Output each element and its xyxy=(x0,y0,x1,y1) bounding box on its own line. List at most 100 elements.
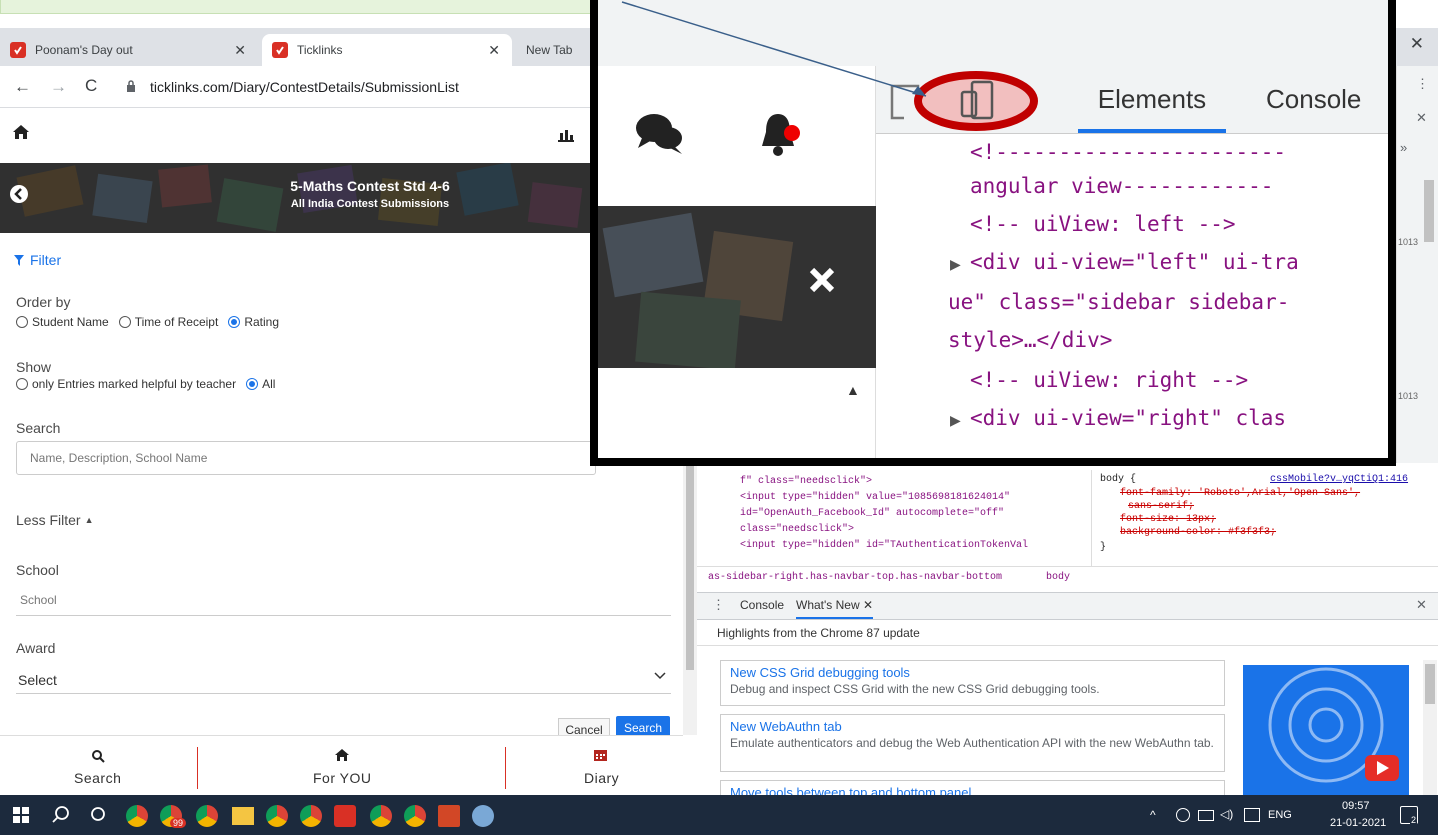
nav-for-you[interactable]: For YOU xyxy=(313,770,371,786)
drawer-close-icon[interactable]: ✕ xyxy=(1416,597,1427,613)
notification-bell-icon[interactable] xyxy=(758,110,804,158)
tab-poonams-day-out[interactable]: Poonam's Day out ✕ xyxy=(0,34,258,66)
devtools-close-icon[interactable]: ✕ xyxy=(1416,110,1427,126)
tab-new-tab[interactable]: New Tab xyxy=(516,34,596,66)
zoom-dom-line[interactable]: <!-- uiView: left --> xyxy=(970,212,1236,236)
breadcrumb-path[interactable]: as-sidebar-right.has-navbar-top.has-navb… xyxy=(708,572,1002,583)
chrome-icon[interactable] xyxy=(126,805,148,827)
devtools-more-icon[interactable]: ⋮ xyxy=(1416,76,1429,92)
search-icon[interactable] xyxy=(52,805,70,823)
expand-triangle-icon[interactable]: ▶ xyxy=(950,256,961,273)
expand-triangle-icon[interactable]: ▶ xyxy=(950,412,961,429)
volume-icon[interactable]: ◁) xyxy=(1220,807,1233,821)
drawer-menu-icon[interactable]: ⋮ xyxy=(712,597,725,613)
elements-scrollbar-thumb[interactable] xyxy=(1424,180,1434,242)
chrome-profile-icon[interactable] xyxy=(404,805,426,827)
reload-icon[interactable]: C xyxy=(85,76,97,96)
dom-line[interactable]: class="needsclick"> xyxy=(740,524,854,535)
file-explorer-icon[interactable] xyxy=(232,807,254,825)
clock-time[interactable]: 09:57 xyxy=(1342,800,1370,812)
tray-app-icon[interactable] xyxy=(1176,808,1190,822)
css-declaration[interactable]: font-family: 'Roboto',Arial,'Open Sans', xyxy=(1120,488,1360,499)
calendar-icon[interactable] xyxy=(594,748,607,761)
tab-ticklinks[interactable]: Ticklinks ✕ xyxy=(262,34,512,66)
acrobat-icon[interactable] xyxy=(334,805,356,827)
filter-icon xyxy=(14,254,24,266)
chevron-down-icon[interactable] xyxy=(654,671,666,681)
radio-time-of-receipt[interactable]: Time of Receipt xyxy=(118,315,218,329)
chrome-profile-icon[interactable] xyxy=(300,805,322,827)
close-tab-icon[interactable]: ✕ xyxy=(488,42,500,59)
back-circle-icon[interactable] xyxy=(9,184,29,204)
css-declaration[interactable]: sans-serif; xyxy=(1128,501,1194,512)
zoom-dom-line[interactable]: <!-- uiView: right --> xyxy=(970,368,1248,392)
chart-icon[interactable] xyxy=(558,128,574,142)
close-icon[interactable] xyxy=(808,266,836,294)
chrome-video-thumbnail[interactable] xyxy=(1243,665,1409,795)
chrome-profile-icon[interactable] xyxy=(266,805,288,827)
close-tab-icon[interactable]: ✕ xyxy=(234,42,246,59)
contest-subtitle: All India Contest Submissions xyxy=(290,198,450,210)
scroll-up-icon[interactable]: ▲ xyxy=(846,382,860,398)
chrome-profile-icon[interactable] xyxy=(370,805,392,827)
radio-helpful-only[interactable]: only Entries marked helpful by teacher xyxy=(16,377,236,391)
zoom-tab-elements[interactable]: Elements xyxy=(1078,84,1226,133)
tray-chevron-icon[interactable]: ^ xyxy=(1150,808,1156,822)
forward-icon[interactable]: → xyxy=(50,77,67,97)
zoom-dom-line[interactable]: <div ui-view="left" ui-tra xyxy=(970,250,1299,274)
zoom-dom-line[interactable]: style>…</div> xyxy=(948,328,1112,352)
less-filter-toggle[interactable]: Less Filter ▲ xyxy=(16,512,94,528)
drawer-tab-whats-new[interactable]: What's New ✕ xyxy=(796,598,874,619)
radio-rating[interactable]: Rating xyxy=(228,315,279,329)
css-selector[interactable]: body { xyxy=(1100,474,1136,485)
close-tab-icon[interactable]: ✕ xyxy=(863,598,873,612)
zoom-dom-line[interactable]: angular view------------ xyxy=(970,174,1273,198)
nav-search[interactable]: Search xyxy=(74,770,121,786)
school-input[interactable]: School xyxy=(20,593,57,607)
search-icon[interactable] xyxy=(92,750,105,763)
line-number: 1013 xyxy=(1398,237,1419,247)
feature-card[interactable]: New CSS Grid debugging tools Debug and i… xyxy=(720,660,1225,706)
battery-icon[interactable] xyxy=(1198,810,1214,821)
zoom-tab-console[interactable]: Console xyxy=(1266,84,1361,115)
tab-title: New Tab xyxy=(526,43,573,57)
feature-title[interactable]: New CSS Grid debugging tools xyxy=(730,665,1215,680)
address-bar[interactable]: ticklinks.com/Diary/ContestDetails/Submi… xyxy=(150,79,459,95)
dom-line[interactable]: <input type="hidden" id="TAuthentication… xyxy=(740,540,1028,551)
snipping-tool-icon[interactable] xyxy=(472,805,494,827)
zoom-dom-line[interactable]: <!----------------------- xyxy=(970,140,1286,164)
language-indicator[interactable]: ENG xyxy=(1268,809,1292,821)
chat-bubbles-icon[interactable] xyxy=(634,110,686,156)
css-declaration[interactable]: background-color: #f3f3f3; xyxy=(1120,527,1276,538)
css-declaration[interactable]: font-size: 13px; xyxy=(1120,514,1216,525)
powerpoint-icon[interactable] xyxy=(438,805,460,827)
zoom-dom-line[interactable]: <div ui-view="right" clas xyxy=(970,406,1286,430)
radio-student-name[interactable]: Student Name xyxy=(16,315,109,329)
nav-divider xyxy=(197,747,198,789)
home-icon[interactable] xyxy=(12,124,30,140)
search-input[interactable]: Name, Description, School Name xyxy=(16,441,596,475)
award-select[interactable]: Select xyxy=(18,672,57,688)
dom-line[interactable]: id="OpenAuth_Facebook_Id" autocomplete="… xyxy=(740,508,1004,519)
network-icon[interactable] xyxy=(1244,808,1260,822)
zoom-dom-line[interactable]: ue" class="sidebar sidebar- xyxy=(948,290,1289,314)
dom-line[interactable]: f" class="needsclick"> xyxy=(740,476,872,487)
windows-start-icon[interactable] xyxy=(13,807,29,823)
feature-card[interactable]: New WebAuthn tab Emulate authenticators … xyxy=(720,714,1225,772)
radio-all[interactable]: All xyxy=(246,377,275,391)
drawer-scrollbar-thumb[interactable] xyxy=(1425,664,1435,704)
window-close-icon[interactable]: ✕ xyxy=(1410,34,1424,54)
nav-diary[interactable]: Diary xyxy=(584,770,619,786)
dom-line[interactable]: <input type="hidden" value="108569818162… xyxy=(740,492,1010,503)
back-icon[interactable]: ← xyxy=(14,77,31,97)
feature-title[interactable]: New WebAuthn tab xyxy=(730,719,1215,734)
home-icon[interactable] xyxy=(334,748,350,762)
clock-date[interactable]: 21-01-2021 xyxy=(1330,817,1386,829)
more-tabs-icon[interactable]: » xyxy=(1400,140,1407,155)
css-source-link[interactable]: cssMobile?v…yqCtiQ1:416 xyxy=(1270,474,1408,485)
task-view-icon[interactable] xyxy=(90,806,106,822)
chrome-profile-icon[interactable] xyxy=(196,805,218,827)
drawer-tab-console[interactable]: Console xyxy=(740,598,784,612)
breadcrumb-body[interactable]: body xyxy=(1046,572,1070,583)
filter-toggle[interactable]: Filter xyxy=(14,252,61,268)
